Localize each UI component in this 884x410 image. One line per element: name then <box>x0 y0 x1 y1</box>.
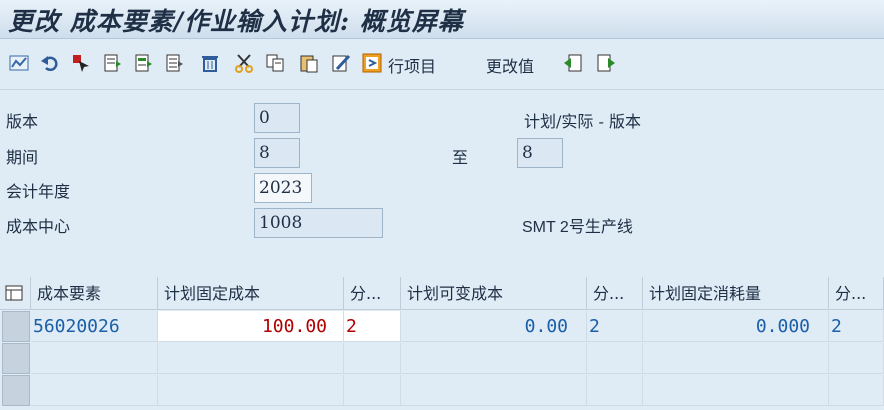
fiscal-year-label: 会计年度 <box>6 182 71 201</box>
table-cell-empty[interactable] <box>587 375 643 406</box>
next-icon[interactable] <box>595 52 617 74</box>
table-cell-empty[interactable] <box>829 343 884 374</box>
cost-center-label: 成本中心 <box>6 217 71 236</box>
toolbar: 行项目 更改值 <box>0 39 884 90</box>
col-header-dist1[interactable]: 分... <box>344 277 401 310</box>
table-cell-empty[interactable] <box>643 343 829 374</box>
row-items-icon[interactable] <box>361 52 383 74</box>
doc-list-icon[interactable] <box>163 52 185 74</box>
table-cell-variable-cost[interactable]: 0.00 <box>401 311 587 342</box>
undo-icon[interactable] <box>39 52 61 74</box>
table-cell-fixed-cost[interactable]: 100.00 <box>158 311 344 342</box>
cut-icon[interactable] <box>233 52 255 74</box>
fiscal-year-field[interactable]: 2023 <box>254 173 312 203</box>
table-cell-empty[interactable] <box>643 375 829 406</box>
doc-icon[interactable] <box>101 52 123 74</box>
previous-icon[interactable] <box>562 52 584 74</box>
table-settings-icon[interactable] <box>0 277 31 310</box>
edit-icon[interactable] <box>330 52 352 74</box>
row-selector[interactable] <box>2 311 30 342</box>
col-header-dist2[interactable]: 分... <box>587 277 643 310</box>
table-cell-empty[interactable] <box>401 375 587 406</box>
table-cell-empty[interactable] <box>158 343 344 374</box>
row-selector[interactable] <box>2 375 30 406</box>
period-label: 期间 <box>6 148 39 167</box>
col-header-cost-element[interactable]: 成本要素 <box>31 277 158 310</box>
table-cell-empty[interactable] <box>158 375 344 406</box>
title-bar: 更改 成本要素/作业输入计划: 概览屏幕 <box>0 0 884 39</box>
version-label: 版本 <box>6 112 39 131</box>
copy-icon[interactable] <box>264 52 286 74</box>
to-period-field[interactable]: 8 <box>517 138 563 168</box>
table-cell-fixed-consumption[interactable]: 0.000 <box>643 311 829 342</box>
plan-table: 成本要素 计划固定成本 分... 计划可变成本 分... 计划固定消耗量 分..… <box>0 277 884 410</box>
col-header-variable-cost[interactable]: 计划可变成本 <box>401 277 587 310</box>
to-label: 至 <box>452 148 469 167</box>
chart-icon[interactable] <box>8 52 30 74</box>
table-cell-empty[interactable] <box>401 343 587 374</box>
cursor-select-icon[interactable] <box>70 52 92 74</box>
window-title: 更改 成本要素/作业输入计划: 概览屏幕 <box>8 7 464 36</box>
table-cell-empty[interactable] <box>31 343 158 374</box>
row-selector[interactable] <box>2 343 30 374</box>
col-header-dist3[interactable]: 分... <box>829 277 884 310</box>
table-cell-dist2[interactable]: 2 <box>587 311 643 342</box>
trash-icon[interactable] <box>199 52 221 74</box>
period-field[interactable]: 8 <box>254 138 300 168</box>
col-header-fixed-cost[interactable]: 计划固定成本 <box>158 277 344 310</box>
table-cell-empty[interactable] <box>829 375 884 406</box>
table-cell-dist3[interactable]: 2 <box>829 311 884 342</box>
cost-center-field[interactable]: 1008 <box>254 208 383 238</box>
cost-center-description: SMT 2号生产线 <box>522 219 633 236</box>
table-cell-dist1[interactable]: 2 <box>344 311 401 342</box>
version-field[interactable]: 0 <box>254 103 300 133</box>
table-cell-empty[interactable] <box>344 375 401 406</box>
change-values-button[interactable]: 更改值 <box>486 53 534 77</box>
table-cell-cost-element[interactable]: 56020026 <box>31 311 158 342</box>
table-cell-empty[interactable] <box>31 375 158 406</box>
doc-green-icon[interactable] <box>132 52 154 74</box>
line-items-button[interactable]: 行项目 <box>388 53 436 77</box>
paste-icon[interactable] <box>298 52 320 74</box>
col-header-fixed-consumption[interactable]: 计划固定消耗量 <box>643 277 829 310</box>
plan-actual-label: 计划/实际 - 版本 <box>524 112 641 131</box>
table-cell-empty[interactable] <box>587 343 643 374</box>
table-cell-empty[interactable] <box>344 343 401 374</box>
